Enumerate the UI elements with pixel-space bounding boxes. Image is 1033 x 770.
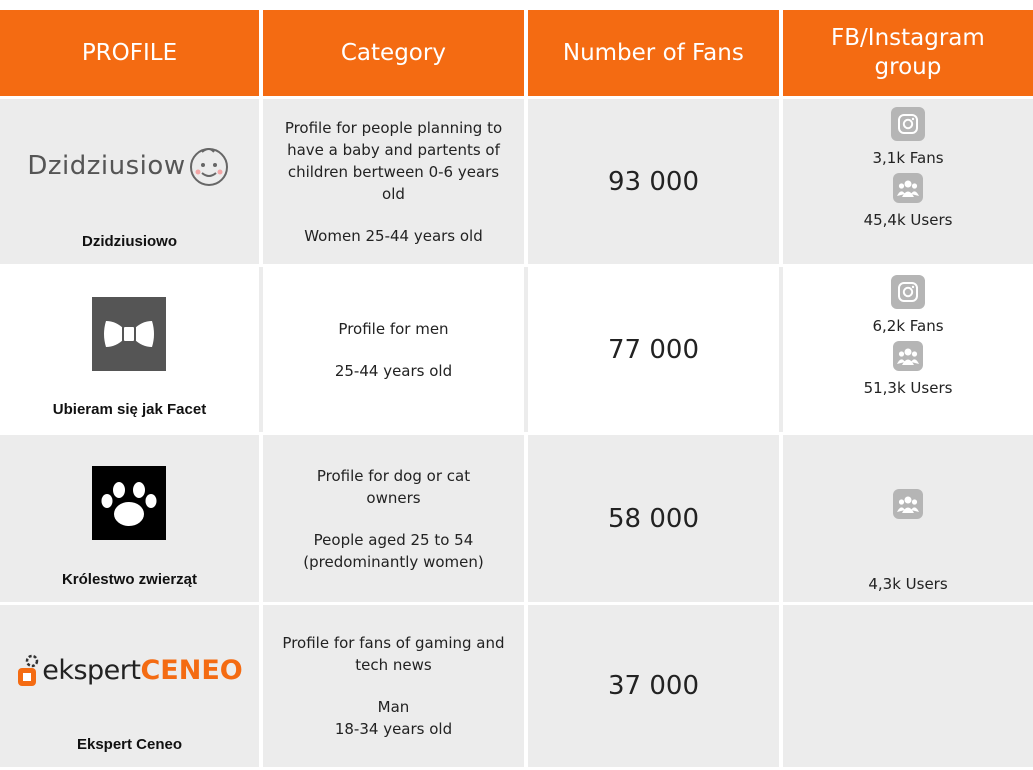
group-users: 51,3k Users — [863, 379, 953, 397]
category-cell: Profile for men 25-44 years old — [263, 267, 524, 432]
instagram-fans: 6,2k Fans — [872, 317, 944, 335]
category-note: People aged 25 to 54 (predominantly wome… — [303, 530, 484, 571]
category-cell: Profile for fans of gaming and tech news… — [263, 605, 524, 767]
table-row: Królestwo zwierząt Profile for dog or ca… — [0, 432, 1033, 602]
table-header: PROFILE Category Number of Fans FB/Insta… — [0, 10, 1033, 96]
table-row: Ubieram się jak Facet Profile for men 25… — [0, 264, 1033, 432]
fans-count: 77 000 — [608, 334, 699, 365]
profile-name: Dzidziusiowo — [81, 233, 177, 250]
profile-cell: ekspert CENEO Ekspert Ceneo — [0, 605, 259, 767]
category-cell: Profile for people planning to have a ba… — [263, 99, 524, 264]
bowtie-icon — [92, 297, 167, 371]
profile-name: Ekspert Ceneo — [76, 736, 183, 753]
group-cell: 3,1k Fans 45,4k Users — [783, 99, 1033, 264]
header-group: FB/Instagram group — [783, 10, 1033, 96]
category-note: 25-44 years old — [334, 361, 453, 380]
category-text: Profile for people planning to have a ba… — [284, 118, 503, 203]
fans-count: 93 000 — [608, 166, 699, 197]
header-category: Category — [340, 39, 446, 66]
category-note-b: 18-34 years old — [334, 720, 453, 738]
logo-text-ceneo: CENEO — [140, 655, 243, 686]
logo-text: Dzidziusiow — [27, 151, 186, 181]
category-text: Profile for fans of gaming and tech news — [282, 634, 505, 674]
paw-icon — [92, 466, 167, 540]
group-users: 45,4k Users — [863, 211, 953, 229]
group-users-icon — [893, 489, 923, 519]
ekspert-ceneo-logo: ekspert CENEO — [16, 605, 243, 736]
category-note: Women 25-44 years old — [304, 226, 483, 245]
instagram-icon — [891, 107, 925, 141]
category-text: Profile for men — [338, 319, 449, 338]
bowtie-logo — [92, 267, 167, 401]
group-users-icon — [893, 173, 923, 203]
header-group-label: FB/Instagram group — [831, 25, 985, 80]
logo-text-ekspert: ekspert — [42, 655, 141, 686]
group-cell: 6,2k Fans 51,3k Users — [783, 267, 1033, 432]
paw-logo — [92, 435, 167, 571]
category-text: Profile for dog or cat owners — [316, 466, 471, 507]
profile-cell: Ubieram się jak Facet — [0, 267, 259, 432]
category-cell: Profile for dog or cat owners People age… — [263, 435, 524, 602]
profile-cell: Dzidziusiow Dzidziusiowo — [0, 99, 259, 264]
profile-cell: Królestwo zwierząt — [0, 435, 259, 602]
group-users: 4,3k Users — [868, 575, 948, 593]
fans-count: 58 000 — [608, 503, 699, 534]
dzidziusiowo-logo: Dzidziusiow — [27, 99, 231, 233]
profile-name: Królestwo zwierząt — [61, 571, 197, 588]
group-cell: 4,3k Users — [783, 435, 1033, 602]
group-cell — [783, 605, 1033, 767]
table-row: Dzidziusiow Dzidziusiowo Profile for peo… — [0, 96, 1033, 264]
table-row: ekspert CENEO Ekspert Ceneo Profile for f… — [0, 602, 1033, 767]
profile-name: Ubieram się jak Facet — [52, 401, 207, 418]
profiles-table: PROFILE Category Number of Fans FB/Insta… — [0, 10, 1033, 767]
group-users-icon — [893, 341, 923, 371]
header-profile: PROFILE — [81, 39, 178, 66]
header-fans: Number of Fans — [562, 39, 744, 66]
instagram-fans: 3,1k Fans — [872, 149, 944, 167]
baby-face-icon — [189, 148, 228, 186]
fans-count: 37 000 — [608, 671, 699, 701]
instagram-icon — [891, 275, 925, 309]
gear-icon — [18, 654, 39, 686]
category-note-a: Man — [377, 698, 410, 716]
